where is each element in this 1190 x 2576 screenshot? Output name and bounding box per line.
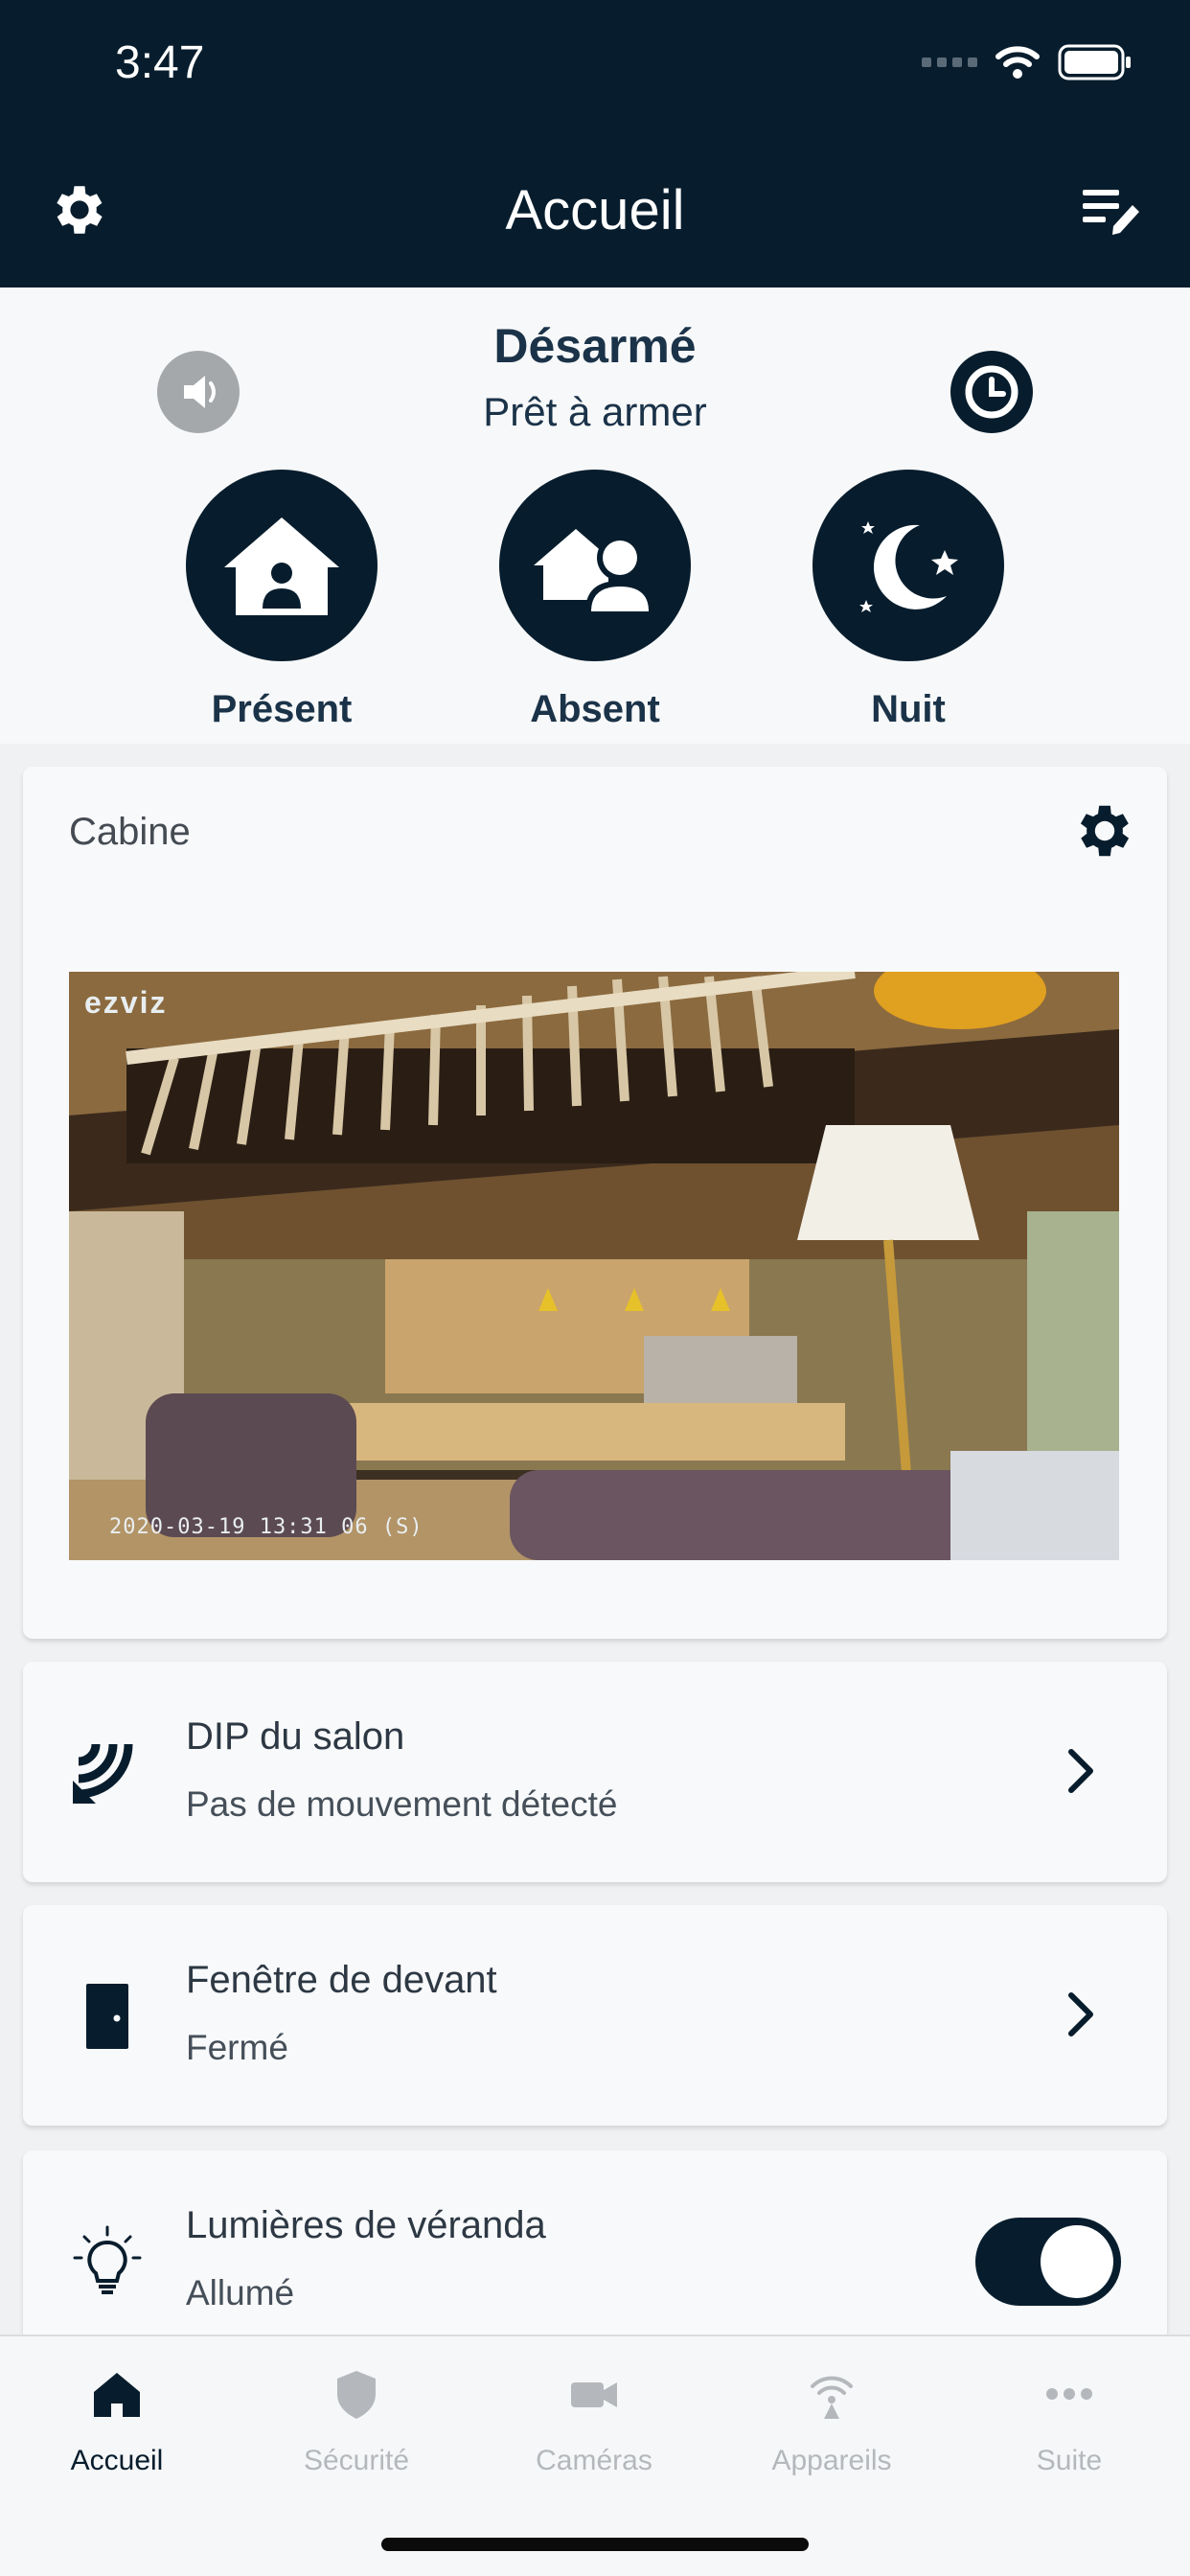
- device-row-front-window[interactable]: Fenêtre de devant Fermé: [23, 1905, 1167, 2126]
- camera-brand-watermark: ezviz: [84, 985, 168, 1020]
- mode-absent-circle: [499, 470, 691, 661]
- edit-list-icon[interactable]: [1079, 182, 1142, 238]
- tab-cameras[interactable]: Caméras: [489, 2365, 699, 2477]
- tab-accueil[interactable]: Accueil: [11, 2365, 222, 2477]
- top-bar: 3:47 Accueil: [0, 0, 1190, 288]
- toggle-knob: [1041, 2225, 1113, 2298]
- page-title: Accueil: [505, 179, 685, 242]
- device-status: Fermé: [186, 2028, 288, 2067]
- device-name: DIP du salon: [186, 1715, 405, 1758]
- tab-appareils[interactable]: Appareils: [726, 2365, 937, 2477]
- camera-title: Cabine: [69, 811, 191, 853]
- shield-icon: [337, 2371, 376, 2419]
- camera-scene-image: [69, 972, 1119, 1560]
- status-time: 3:47: [115, 37, 205, 88]
- cellular-signal-icon: [922, 58, 977, 67]
- chevron-right-icon[interactable]: [1062, 1988, 1100, 2041]
- device-status: Allumé: [186, 2273, 295, 2312]
- mode-absent-label: Absent: [530, 688, 660, 730]
- camera-timestamp: 2020-03-19 13:31 06 (S): [109, 1515, 423, 1539]
- home-indicator: [381, 2538, 809, 2551]
- gear-icon[interactable]: [1071, 797, 1138, 864]
- home-person-icon: [224, 518, 339, 615]
- tab-suite[interactable]: Suite: [964, 2365, 1175, 2477]
- motion-sensor-icon: [73, 1743, 133, 1804]
- away-person-icon: [534, 529, 654, 611]
- more-icon: [1046, 2388, 1092, 2400]
- door-icon: [86, 1984, 128, 2049]
- home-icon: [94, 2373, 140, 2417]
- lightbulb-icon: [73, 2225, 142, 2294]
- battery-icon: [1058, 44, 1131, 80]
- porch-lights-toggle[interactable]: [975, 2218, 1121, 2306]
- device-row-motion-sensor[interactable]: DIP du salon Pas de mouvement détecté: [23, 1662, 1167, 1882]
- tab-label: Suite: [1036, 2445, 1103, 2476]
- tab-label: Caméras: [536, 2445, 652, 2476]
- mode-absent-button[interactable]: Absent: [499, 470, 691, 731]
- mode-night-label: Nuit: [871, 688, 946, 730]
- mode-present-button[interactable]: Présent: [186, 470, 378, 731]
- tab-label: Sécurité: [303, 2445, 410, 2476]
- status-icons: [922, 44, 1133, 80]
- mode-present-circle: [186, 470, 378, 661]
- tab-label: Accueil: [70, 2445, 164, 2476]
- device-status: Pas de mouvement détecté: [186, 1784, 618, 1824]
- wireless-device-icon: [811, 2376, 853, 2419]
- camera-icon: [571, 2382, 617, 2407]
- mode-night-circle: [812, 470, 1004, 661]
- chevron-right-icon[interactable]: [1062, 1744, 1100, 1798]
- tab-securite[interactable]: Sécurité: [251, 2365, 462, 2477]
- schedule-button[interactable]: [950, 351, 1033, 433]
- camera-live-feed[interactable]: ezviz 2020-03-19 13:31 06 (S): [69, 972, 1119, 1560]
- tab-label: Appareils: [771, 2445, 892, 2476]
- mode-present-label: Présent: [211, 688, 353, 730]
- camera-card[interactable]: Cabine ezviz 2020-03-19 13:31 06 (S): [23, 767, 1167, 1639]
- device-name: Lumières de véranda: [186, 2204, 546, 2246]
- moon-stars-icon: [859, 521, 958, 612]
- device-name: Fenêtre de devant: [186, 1959, 497, 2001]
- wifi-icon: [995, 46, 1040, 79]
- arm-panel: Désarmé Prêt à armer Présent Absent Nuit: [0, 288, 1190, 744]
- clock-icon: [965, 365, 1018, 419]
- mode-night-button[interactable]: Nuit: [812, 470, 1004, 731]
